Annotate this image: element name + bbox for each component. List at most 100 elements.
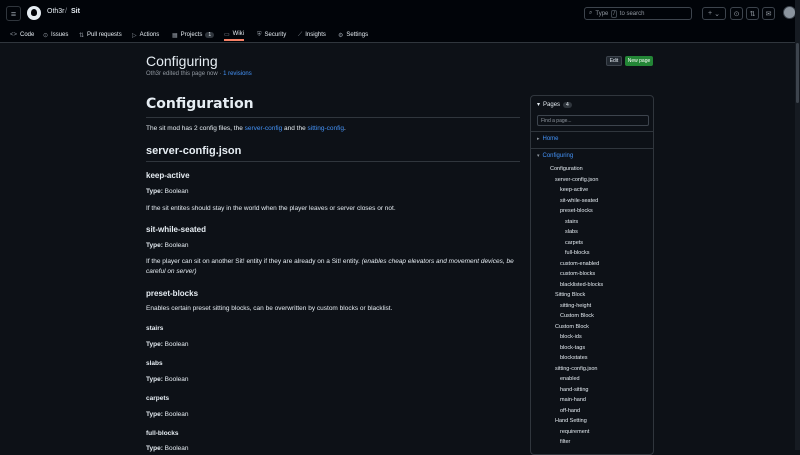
intro-text-end: . <box>344 125 346 132</box>
graph-icon: ⟋ <box>298 31 303 38</box>
toc-block-tags[interactable]: block-tags <box>560 345 585 351</box>
type-label: Type: <box>146 411 163 418</box>
type-value: Boolean <box>164 376 189 383</box>
issues-icon[interactable]: ⊙ <box>730 7 743 20</box>
create-new-button[interactable]: + ⌄ <box>702 7 726 20</box>
tab-actions[interactable]: ▷ Actions <box>132 29 159 41</box>
search-shortcut: / <box>611 9 617 18</box>
toc-configuration[interactable]: Configuration <box>550 166 583 172</box>
tab-label: Projects <box>180 32 203 38</box>
shield-icon: ⛨ <box>257 31 262 38</box>
tab-insights[interactable]: ⟋ Insights <box>298 29 326 41</box>
triangle-down-icon: ▾ <box>537 102 541 108</box>
sidebar-item-home[interactable]: ▸ Home <box>537 136 559 142</box>
pull-requests-icon[interactable]: ⇅ <box>746 7 759 20</box>
tab-pull-requests[interactable]: ⇅ Pull requests <box>79 29 122 41</box>
type-value: Boolean <box>164 341 189 348</box>
tab-label: Code <box>20 32 35 38</box>
find-page-input[interactable]: Find a page... <box>537 115 649 126</box>
toc-slabs[interactable]: slabs <box>565 229 578 235</box>
chevron-down-icon: ⌄ <box>714 10 720 18</box>
toc-main-hand[interactable]: main-hand <box>560 397 586 403</box>
top-bar: ≡ Oth3r / Sit ⌕ Type / to search + ⌄ ⊙ ⇅… <box>0 0 800 27</box>
tab-label: Settings <box>346 32 369 38</box>
toc-custom-block-sub[interactable]: Custom Block <box>560 313 594 319</box>
plus-icon: + <box>708 10 713 17</box>
pages-toggle[interactable]: ▾ Pages 4 <box>537 101 572 108</box>
toc-custom-block[interactable]: Custom Block <box>555 324 589 330</box>
type-line: Type: Boolean <box>146 341 189 348</box>
revisions-link[interactable]: 1 revisions <box>223 71 252 77</box>
page-subtitle: Oth3r edited this page now · 1 revisions <box>146 71 252 77</box>
inbox-icon[interactable]: ✉ <box>762 7 775 20</box>
triangle-down-icon: ▾ <box>537 153 540 159</box>
toc-preset-blocks[interactable]: preset-blocks <box>560 208 593 214</box>
article-heading: Configuration <box>146 96 254 112</box>
breadcrumb-repo[interactable]: Sit <box>71 8 80 15</box>
page-title: Configuring <box>146 53 218 69</box>
sitting-config-link[interactable]: sitting-config <box>308 125 345 132</box>
toc-stairs[interactable]: stairs <box>565 219 578 225</box>
tab-security[interactable]: ⛨ Security <box>257 29 286 41</box>
sidebar-item-configuring[interactable]: ▾ Configuring <box>537 153 573 159</box>
divider <box>146 161 520 162</box>
edited-text: Oth3r edited this page now · <box>146 71 222 77</box>
toc-blockstates[interactable]: blockstates <box>560 355 588 361</box>
toc-enabled[interactable]: enabled <box>560 376 580 382</box>
tab-projects[interactable]: ▦ Projects 1 <box>172 29 215 41</box>
type-label: Type: <box>146 445 163 452</box>
play-icon: ▷ <box>132 32 137 39</box>
pull-request-icon: ⇅ <box>79 32 85 39</box>
scrollbar-thumb[interactable] <box>796 43 799 103</box>
toc-sitting-height[interactable]: sitting-height <box>560 303 591 309</box>
type-line: Type: Boolean <box>146 376 189 383</box>
new-page-button[interactable]: New page <box>625 56 653 66</box>
intro-paragraph: The sit mod has 2 config files, the serv… <box>146 125 346 132</box>
tab-label: Security <box>264 32 287 38</box>
book-icon: ▭ <box>224 31 230 38</box>
heading-carpets: carpets <box>146 395 170 402</box>
toc-filter[interactable]: filter <box>560 439 570 445</box>
github-logo-icon[interactable] <box>27 6 41 20</box>
type-label: Type: <box>146 341 163 348</box>
toc-block-ids[interactable]: block-ids <box>560 334 582 340</box>
toc-off-hand[interactable]: off-hand <box>560 408 580 414</box>
type-value: Boolean <box>164 411 189 418</box>
tab-settings[interactable]: ⚙ Settings <box>338 29 368 41</box>
tab-wiki[interactable]: ▭ Wiki <box>224 29 245 41</box>
toc-blacklisted-blocks[interactable]: blacklisted-blocks <box>560 282 603 288</box>
wiki-sidebar: ▾ Pages 4 Find a page... ▸ Home ▾ Configur… <box>530 95 654 455</box>
edit-button[interactable]: Edit <box>606 56 622 66</box>
sidebar-link-label: Configuring <box>542 153 574 159</box>
server-config-link[interactable]: server-config <box>245 125 283 132</box>
toc-requirement[interactable]: requirement <box>560 429 589 435</box>
toc-sitting-block[interactable]: Sitting Block <box>555 292 585 298</box>
breadcrumb-owner[interactable]: Oth3r <box>47 8 65 15</box>
pages-count-badge: 4 <box>563 101 572 108</box>
type-label: Type: <box>146 376 163 383</box>
toc-hand-setting[interactable]: Hand Setting <box>555 418 587 424</box>
search-input[interactable]: ⌕ Type / to search <box>584 7 692 20</box>
pages-label: Pages <box>543 101 561 108</box>
toc-custom-blocks[interactable]: custom-blocks <box>560 271 595 277</box>
toc-sit-while-seated[interactable]: sit-while-seated <box>560 198 598 204</box>
toc-hand-sitting[interactable]: hand-sitting <box>560 387 588 393</box>
toc-full-blocks[interactable]: full-blocks <box>565 250 589 256</box>
code-icon: <> <box>10 32 18 38</box>
toc-carpets[interactable]: carpets <box>565 240 583 246</box>
issue-icon: ⊙ <box>43 32 49 39</box>
description-text: If the player can sit on another Sit! en… <box>146 258 360 265</box>
search-icon: ⌕ <box>589 10 593 16</box>
type-value: Boolean <box>164 445 189 452</box>
repo-nav: <> Code ⊙ Issues ⇅ Pull requests ▷ Actions ▦… <box>0 27 800 43</box>
toc-sitting-config[interactable]: sitting-config.json <box>555 366 598 372</box>
gear-icon: ⚙ <box>338 32 344 39</box>
sit-while-seated-description: If the player can sit on another Sit! en… <box>146 257 520 277</box>
tab-code[interactable]: <> Code <box>10 29 34 41</box>
toc-keep-active[interactable]: keep-active <box>560 187 588 193</box>
tab-issues[interactable]: ⊙ Issues <box>43 29 68 41</box>
toc-server-config[interactable]: server-config.json <box>555 177 598 183</box>
menu-icon[interactable]: ≡ <box>6 6 21 21</box>
type-label: Type: <box>146 188 163 195</box>
toc-custom-enabled[interactable]: custom-enabled <box>560 261 599 267</box>
